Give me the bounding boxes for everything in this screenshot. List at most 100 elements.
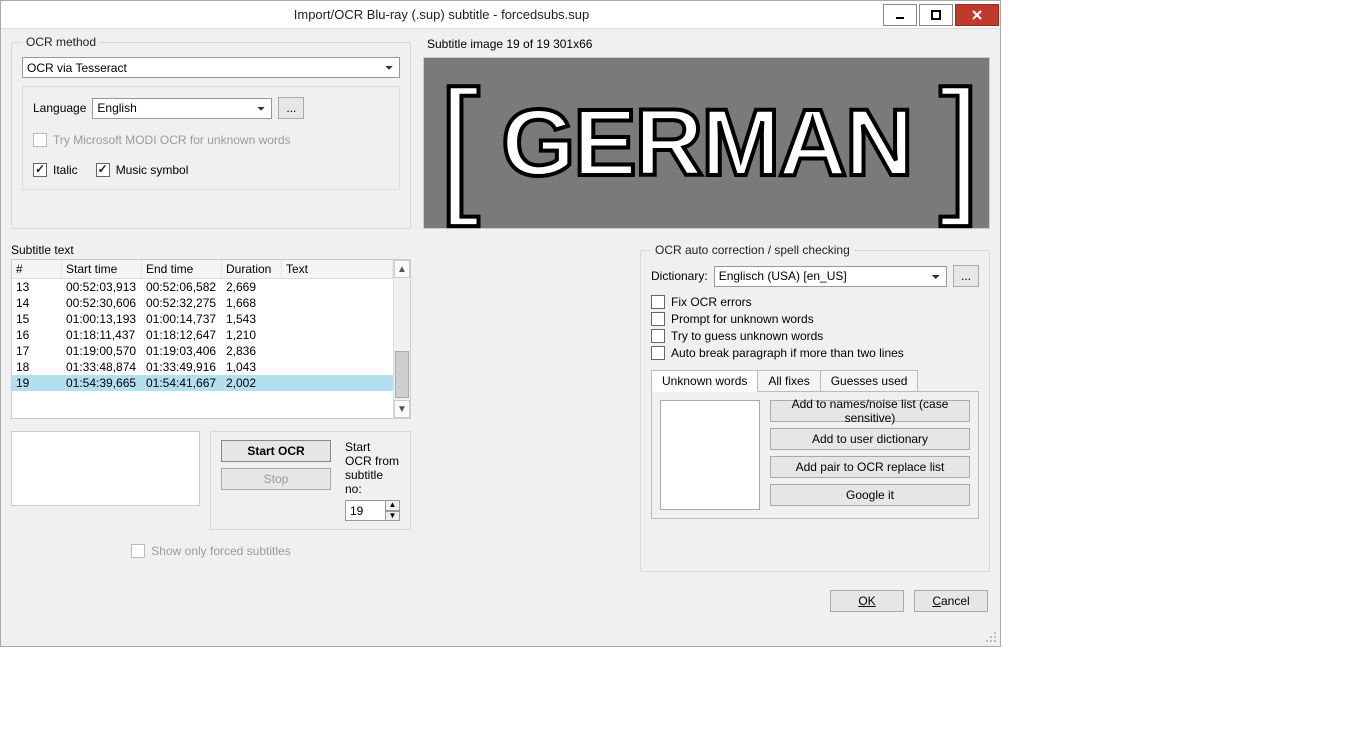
window-title: Import/OCR Blu-ray (.sup) subtitle - for…: [1, 7, 882, 22]
ocr-method-select[interactable]: OCR via Tesseract: [22, 57, 400, 78]
scroll-down-icon[interactable]: ▼: [394, 400, 410, 418]
auto-tabs: Unknown words All fixes Guesses used: [651, 370, 979, 391]
table-cell: 00:52:32,275: [142, 295, 222, 311]
table-row[interactable]: 1501:00:13,19301:00:14,7371,543: [12, 311, 393, 327]
table-row[interactable]: 1601:18:11,43701:18:12,6471,210: [12, 327, 393, 343]
add-userdict-button[interactable]: Add to user dictionary: [770, 428, 970, 450]
start-ocr-from-spinner[interactable]: ▲ ▼: [345, 500, 400, 521]
subtitle-table: # Start time End time Duration Text 1300…: [11, 259, 411, 419]
table-cell: 01:33:49,916: [142, 359, 222, 375]
table-row[interactable]: 1801:33:48,87401:33:49,9161,043: [12, 359, 393, 375]
guess-unknown-label: Try to guess unknown words: [671, 329, 823, 343]
table-cell: 01:00:14,737: [142, 311, 222, 327]
spinner-up-icon[interactable]: ▲: [385, 500, 400, 511]
table-cell: 19: [12, 375, 62, 391]
table-scrollbar[interactable]: ▲ ▼: [393, 260, 410, 418]
music-row[interactable]: Music symbol: [96, 163, 189, 177]
ocr-auto-group: OCR auto correction / spell checking Dic…: [640, 243, 990, 572]
col-dur[interactable]: Duration: [222, 260, 282, 278]
forced-only-label: Show only forced subtitles: [151, 544, 290, 558]
guess-unknown-row[interactable]: Try to guess unknown words: [651, 329, 979, 343]
unknown-words-list[interactable]: [660, 400, 760, 510]
table-body[interactable]: # Start time End time Duration Text 1300…: [12, 260, 393, 418]
cancel-button[interactable]: Cancel: [914, 590, 988, 612]
ocr-method-inner: Language English ... Try Microsoft MODI …: [22, 86, 400, 190]
minimize-button[interactable]: [883, 4, 917, 26]
dictionary-row: Dictionary: Englisch (USA) [en_US] ...: [651, 265, 979, 287]
subtitle-text-group: Subtitle text # Start time End time Dura…: [11, 243, 411, 558]
close-button[interactable]: [955, 4, 999, 26]
auto-break-row[interactable]: Auto break paragraph if more than two li…: [651, 346, 979, 360]
table-cell: 01:33:48,874: [62, 359, 142, 375]
table-header: # Start time End time Duration Text: [12, 260, 393, 279]
maximize-button[interactable]: [919, 4, 953, 26]
add-names-button[interactable]: Add to names/noise list (case sensitive): [770, 400, 970, 422]
scroll-thumb[interactable]: [395, 351, 409, 397]
prompt-unknown-label: Prompt for unknown words: [671, 312, 814, 326]
dictionary-select[interactable]: Englisch (USA) [en_US]: [714, 266, 947, 287]
footer-buttons: OK Cancel: [423, 586, 990, 616]
italic-row[interactable]: Italic: [33, 163, 78, 177]
ok-button[interactable]: OK: [830, 590, 904, 612]
start-ocr-from-label: Start OCR from subtitle no:: [345, 440, 400, 496]
language-select[interactable]: English: [92, 98, 272, 119]
titlebar: Import/OCR Blu-ray (.sup) subtitle - for…: [1, 1, 1000, 29]
music-checkbox[interactable]: [96, 163, 110, 177]
window: Import/OCR Blu-ray (.sup) subtitle - for…: [0, 0, 1001, 647]
table-row[interactable]: 1400:52:30,60600:52:32,2751,668: [12, 295, 393, 311]
tab-unknown-words[interactable]: Unknown words: [651, 370, 758, 392]
subtitle-edit-textarea[interactable]: [11, 431, 200, 506]
below-table-row: Start OCR Stop Start OCR from subtitle n…: [11, 431, 411, 530]
guess-unknown-checkbox[interactable]: [651, 329, 665, 343]
content: OCR method OCR via Tesseract Language En…: [1, 29, 1000, 628]
prompt-unknown-checkbox[interactable]: [651, 312, 665, 326]
tab-guesses-used[interactable]: Guesses used: [820, 370, 919, 391]
col-text[interactable]: Text: [282, 260, 393, 278]
table-row[interactable]: 1300:52:03,91300:52:06,5822,669: [12, 279, 393, 295]
preview-area: Subtitle image 19 of 19 301x66 [ GERMAN …: [423, 35, 990, 229]
scroll-track[interactable]: [394, 278, 410, 400]
cancel-label-rest: ancel: [941, 594, 970, 608]
table-cell: 1,210: [222, 327, 282, 343]
add-pair-button[interactable]: Add pair to OCR replace list: [770, 456, 970, 478]
table-cell: [282, 375, 393, 391]
spinner-down-icon[interactable]: ▼: [385, 511, 400, 522]
table-cell: [282, 359, 393, 375]
table-cell: 2,669: [222, 279, 282, 295]
italic-checkbox[interactable]: [33, 163, 47, 177]
ocr-method-group: OCR method OCR via Tesseract Language En…: [11, 35, 411, 229]
tab-buttons: Add to names/noise list (case sensitive)…: [770, 400, 970, 510]
table-row[interactable]: 1901:54:39,66501:54:41,6672,002: [12, 375, 393, 391]
start-ocr-group: Start OCR Stop Start OCR from subtitle n…: [210, 431, 411, 530]
resize-grip-icon[interactable]: [1, 628, 1000, 646]
table-cell: 00:52:30,606: [62, 295, 142, 311]
col-end[interactable]: End time: [142, 260, 222, 278]
table-cell: 17: [12, 343, 62, 359]
fix-errors-checkbox[interactable]: [651, 295, 665, 309]
italic-label: Italic: [53, 163, 78, 177]
language-browse-button[interactable]: ...: [278, 97, 304, 119]
table-cell: [282, 343, 393, 359]
table-row[interactable]: 1701:19:00,57001:19:03,4062,836: [12, 343, 393, 359]
start-ocr-from: Start OCR from subtitle no: ▲ ▼: [345, 440, 400, 521]
col-start[interactable]: Start time: [62, 260, 142, 278]
google-it-button[interactable]: Google it: [770, 484, 970, 506]
table-cell: 01:18:11,437: [62, 327, 142, 343]
start-ocr-button[interactable]: Start OCR: [221, 440, 331, 462]
table-cell: 1,543: [222, 311, 282, 327]
table-cell: 01:18:12,647: [142, 327, 222, 343]
table-cell: 00:52:03,913: [62, 279, 142, 295]
auto-break-checkbox[interactable]: [651, 346, 665, 360]
fix-errors-row[interactable]: Fix OCR errors: [651, 295, 979, 309]
ocr-method-legend: OCR method: [22, 35, 100, 49]
language-label: Language: [33, 101, 86, 115]
preview-text: GERMAN: [474, 68, 940, 218]
language-row: Language English ...: [33, 97, 389, 119]
col-num[interactable]: #: [12, 260, 62, 278]
prompt-unknown-row[interactable]: Prompt for unknown words: [651, 312, 979, 326]
scroll-up-icon[interactable]: ▲: [394, 260, 410, 278]
table-cell: [282, 311, 393, 327]
tab-all-fixes[interactable]: All fixes: [757, 370, 820, 391]
dictionary-browse-button[interactable]: ...: [953, 265, 979, 287]
start-ocr-from-input[interactable]: [345, 500, 385, 521]
